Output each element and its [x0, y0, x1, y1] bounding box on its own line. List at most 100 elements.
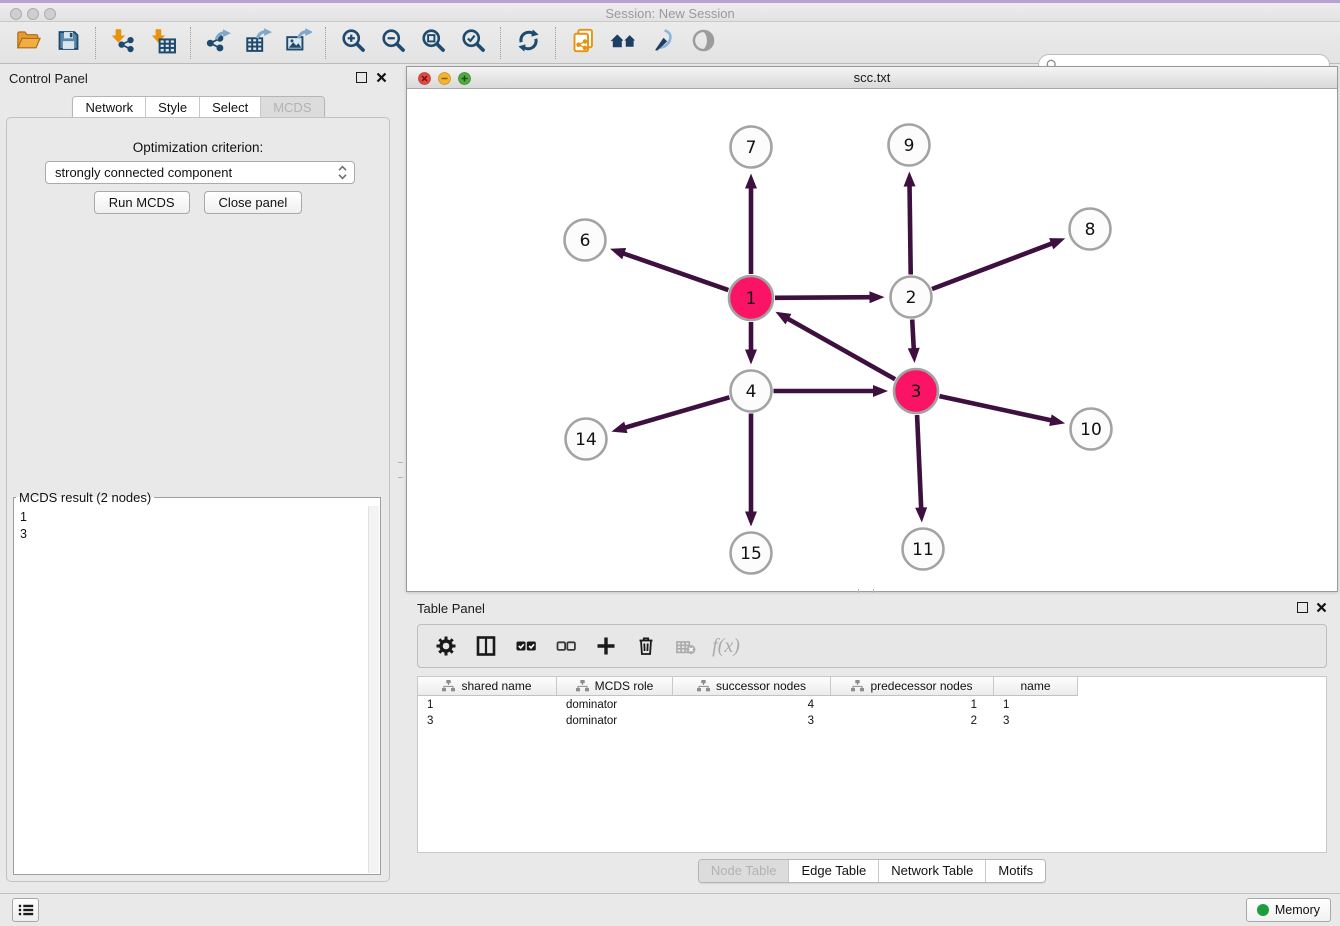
column-label: name — [1020, 679, 1050, 693]
node-15[interactable]: 15 — [731, 533, 772, 574]
column-label: successor nodes — [716, 679, 806, 693]
hide-graphics-details-button[interactable] — [683, 26, 723, 60]
column-header-name[interactable]: name — [994, 677, 1078, 695]
table-cell[interactable]: 4 — [673, 697, 831, 713]
edge-arrowhead-3-1 — [775, 312, 791, 325]
toolbar-separator — [95, 27, 96, 59]
run-mcds-button[interactable]: Run MCDS — [94, 191, 190, 214]
table-cell[interactable]: 1 — [831, 697, 994, 713]
clone-network-button[interactable] — [563, 26, 603, 60]
export-table-button[interactable] — [238, 26, 278, 60]
show-graphics-details-button[interactable] — [643, 26, 683, 60]
node-14[interactable]: 14 — [566, 419, 607, 460]
table-cell[interactable]: 1 — [418, 697, 557, 713]
edge-1-6[interactable] — [610, 248, 728, 290]
edge-4-14[interactable] — [611, 397, 729, 433]
import-network-button[interactable] — [103, 26, 143, 60]
table-close-panel-icon[interactable] — [1316, 602, 1327, 613]
delete-column-button[interactable] — [628, 630, 664, 662]
edge-2-9[interactable] — [904, 171, 916, 274]
divider-grip-vertical[interactable] — [398, 462, 403, 478]
refresh-view-button[interactable] — [508, 26, 548, 60]
tab-mcds[interactable]: MCDS — [260, 97, 323, 119]
mcds-result-text[interactable]: 1 3 — [16, 507, 366, 872]
edge-4-15[interactable] — [745, 414, 757, 527]
tab-network[interactable]: Network — [73, 97, 145, 119]
table-cell[interactable]: 3 — [418, 713, 557, 729]
column-header-MCDS-role[interactable]: MCDS role — [557, 677, 673, 695]
table-cell[interactable]: dominator — [557, 697, 673, 713]
edge-arrowhead-1-2 — [869, 291, 884, 303]
tab-select[interactable]: Select — [199, 97, 260, 119]
import-table-button[interactable] — [143, 26, 183, 60]
first-neighbors-button[interactable] — [603, 26, 643, 60]
node-4[interactable]: 4 — [731, 371, 772, 412]
table-cell[interactable]: dominator — [557, 713, 673, 729]
table-row[interactable]: 3dominator323 — [418, 713, 1326, 729]
node-10[interactable]: 10 — [1071, 409, 1112, 450]
edge-arrowhead-3-11 — [915, 507, 927, 522]
open-file-icon — [15, 27, 42, 59]
tab-edge-table[interactable]: Edge Table — [788, 860, 878, 882]
criterion-select[interactable]: strongly connected component — [45, 161, 355, 184]
column-header-successor-nodes[interactable]: successor nodes — [673, 677, 831, 695]
close-panel-icon[interactable] — [376, 72, 387, 83]
close-panel-button[interactable]: Close panel — [204, 191, 303, 214]
divider-grip-horizontal[interactable] — [858, 589, 874, 593]
memory-button[interactable]: Memory — [1246, 898, 1331, 922]
edge-3-11[interactable] — [915, 415, 927, 523]
delete-table-button[interactable] — [668, 630, 704, 662]
column-header-predecessor-nodes[interactable]: predecessor nodes — [831, 677, 994, 695]
node-7[interactable]: 7 — [731, 127, 772, 168]
zoom-in-button[interactable] — [333, 26, 373, 60]
toolbar-separator — [555, 27, 556, 59]
edge-3-1[interactable] — [775, 312, 895, 379]
node-9[interactable]: 9 — [889, 125, 930, 166]
edge-3-10[interactable] — [939, 396, 1065, 426]
column-panel-button[interactable] — [468, 630, 504, 662]
tab-node-table[interactable]: Node Table — [699, 860, 789, 882]
table-cell[interactable]: 1 — [994, 697, 1078, 713]
function-builder-button[interactable]: f(x) — [708, 630, 744, 662]
edge-4-3[interactable] — [774, 385, 889, 397]
select-all-button[interactable] — [508, 630, 544, 662]
edge-1-4[interactable] — [745, 322, 757, 365]
zoom-out-button[interactable] — [373, 26, 413, 60]
node-8[interactable]: 8 — [1070, 209, 1111, 250]
table-row[interactable]: 1dominator411 — [418, 697, 1326, 713]
tab-motifs[interactable]: Motifs — [985, 860, 1045, 882]
edge-2-8[interactable] — [932, 238, 1065, 289]
export-image-button[interactable] — [278, 26, 318, 60]
edge-2-3[interactable] — [908, 319, 920, 363]
table-float-panel-icon[interactable] — [1297, 602, 1308, 613]
table-settings-button[interactable] — [428, 630, 464, 662]
node-11[interactable]: 11 — [903, 529, 944, 570]
export-network-button[interactable] — [198, 26, 238, 60]
open-file-button[interactable] — [8, 26, 48, 60]
tab-network-table[interactable]: Network Table — [878, 860, 985, 882]
deselect-all-button[interactable] — [548, 630, 584, 662]
float-panel-icon[interactable] — [356, 72, 367, 83]
node-1[interactable]: 1 — [729, 276, 773, 320]
node-2-label: 2 — [906, 288, 917, 308]
mcds-result-scrollbar[interactable] — [368, 506, 379, 873]
save-session-button[interactable] — [48, 26, 88, 60]
table-cell[interactable]: 3 — [673, 713, 831, 729]
node-6[interactable]: 6 — [565, 220, 606, 261]
edge-1-2[interactable] — [775, 291, 885, 303]
node-3[interactable]: 3 — [894, 369, 938, 413]
zoom-selected-button[interactable] — [453, 26, 493, 60]
task-history-button[interactable] — [12, 898, 39, 922]
zoom-fit-button[interactable] — [413, 26, 453, 60]
node-table[interactable]: shared name MCDS role successor nodes pr… — [417, 676, 1327, 853]
edge-1-7[interactable] — [745, 174, 757, 275]
table-cell[interactable]: 2 — [831, 713, 994, 729]
node-6-label: 6 — [580, 231, 591, 251]
network-canvas[interactable]: 1 2 3 4 6 7 8 9 10 11 14 15 — [407, 89, 1337, 591]
node-2[interactable]: 2 — [891, 277, 932, 318]
add-column-button[interactable] — [588, 630, 624, 662]
table-cell[interactable]: 3 — [994, 713, 1078, 729]
column-header-shared-name[interactable]: shared name — [418, 677, 557, 695]
tab-style[interactable]: Style — [145, 97, 199, 119]
network-window-titlebar[interactable]: scc.txt — [407, 67, 1337, 89]
